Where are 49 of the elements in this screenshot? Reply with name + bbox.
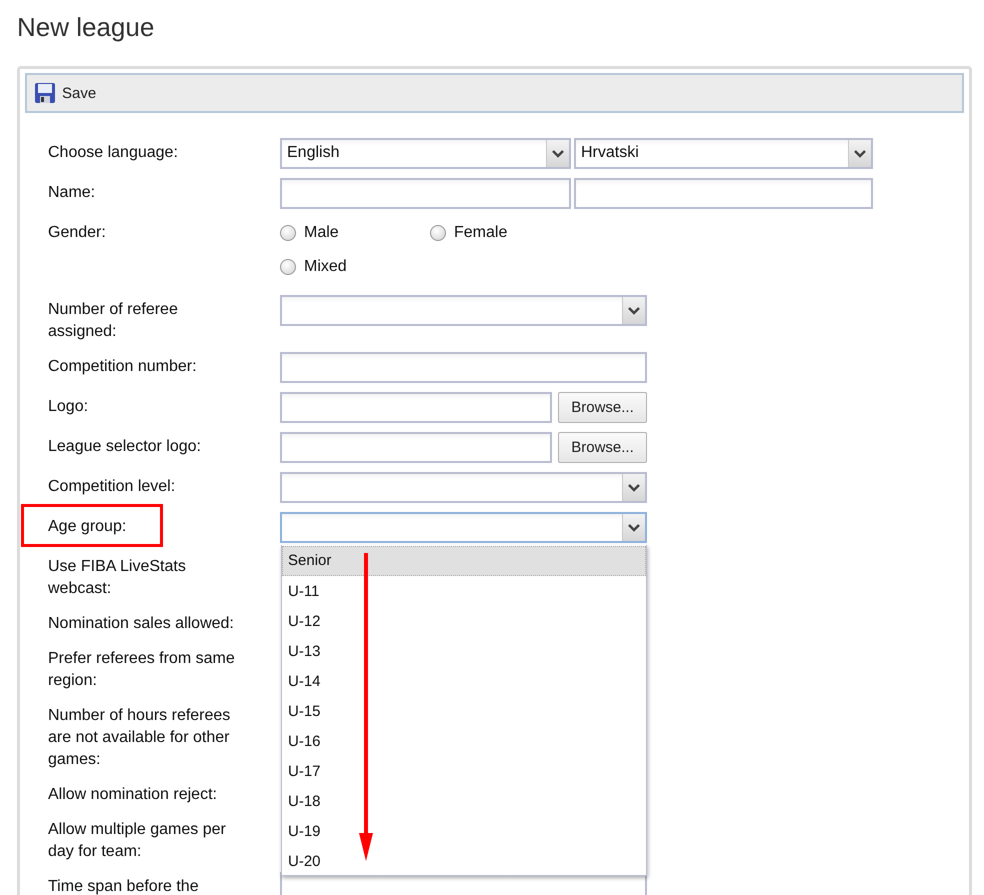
file-field[interactable]	[280, 432, 552, 463]
field-label: Logo:	[48, 397, 88, 417]
field-label: Allow multiple games per day for team:	[48, 820, 227, 862]
dropdown-option[interactable]: U-16	[282, 726, 646, 756]
dropdown-option[interactable]: U-14	[282, 666, 646, 696]
select-field[interactable]	[280, 472, 647, 503]
field-label: Allow nomination reject:	[48, 785, 217, 805]
dropdown-option[interactable]: U-18	[282, 786, 646, 816]
save-button[interactable]: Save	[35, 83, 96, 103]
field-label: Choose language:	[48, 143, 178, 163]
field-label: Prefer referees from same region:	[48, 649, 236, 691]
page-title: New league	[16, 11, 156, 44]
file-field[interactable]	[280, 392, 552, 423]
field-label: Gender:	[48, 223, 106, 243]
field-label: Name:	[48, 183, 96, 203]
field-label: Nomination sales allowed:	[48, 614, 234, 634]
dropdown-option[interactable]: Senior	[282, 546, 646, 576]
radio-option[interactable]: Female	[430, 222, 580, 244]
chevron-down-icon	[628, 484, 640, 492]
dropdown-option[interactable]: U-20	[282, 846, 646, 876]
select-field[interactable]	[280, 512, 647, 543]
language-select[interactable]: Hrvatski	[574, 138, 873, 169]
field-label: Number of hours referees are not available for other games:	[48, 706, 232, 770]
dropdown-option[interactable]: U-11	[282, 576, 646, 606]
select-field[interactable]	[280, 295, 647, 326]
dropdown-option[interactable]: U-12	[282, 606, 646, 636]
chevron-down-icon	[628, 306, 640, 314]
chevron-down-icon	[854, 150, 866, 158]
field-label: Time span before the	[48, 877, 199, 895]
chevron-down-icon	[628, 524, 640, 532]
language-select[interactable]: English	[280, 138, 571, 169]
dropdown-option[interactable]: U-19	[282, 816, 646, 846]
browse-button[interactable]: Browse...	[558, 392, 647, 423]
radio-option[interactable]: Mixed	[280, 256, 430, 278]
input-field[interactable]	[280, 352, 647, 383]
dropdown-option[interactable]: U-17	[282, 756, 646, 786]
radio-option[interactable]: Male	[280, 222, 430, 244]
input-field[interactable]	[280, 178, 571, 209]
field-label: Age group:	[48, 517, 126, 537]
field-label: Use FIBA LiveStats webcast:	[48, 557, 187, 599]
field-label: Competition level:	[48, 477, 176, 497]
chevron-down-icon	[552, 150, 564, 158]
field-label: Number of referee assigned:	[48, 300, 179, 342]
field-label: Competition number:	[48, 357, 197, 377]
field-label: League selector logo:	[48, 437, 201, 457]
dropdown-option[interactable]: U-13	[282, 636, 646, 666]
dropdown-option[interactable]: U-15	[282, 696, 646, 726]
browse-button[interactable]: Browse...	[558, 432, 647, 463]
input-field[interactable]	[574, 178, 873, 209]
